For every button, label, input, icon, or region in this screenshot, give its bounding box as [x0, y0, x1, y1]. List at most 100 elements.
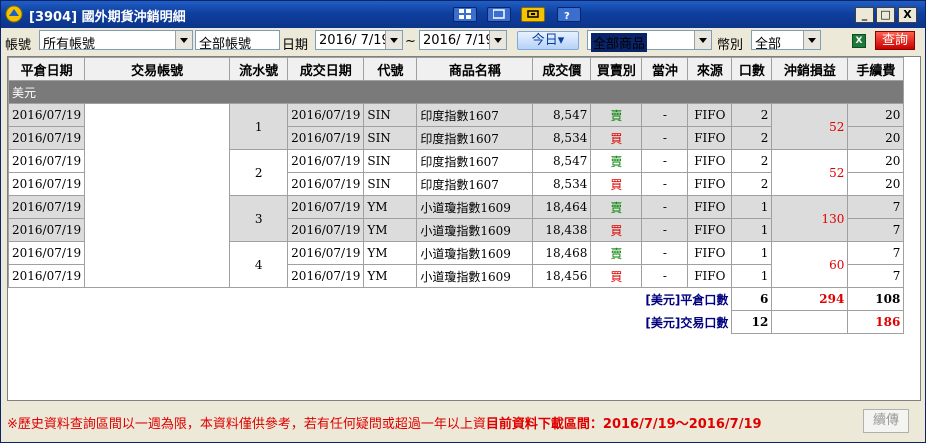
trade-date-cell: 2016/07/19	[287, 172, 365, 196]
column-header[interactable]: 當沖	[641, 57, 689, 81]
main-window: [3904] 國外期貨沖銷明細 ? _ □ X 帳號 所有帳號 全部帳號 日期 …	[0, 0, 926, 443]
source-cell: FIFO	[687, 103, 733, 127]
fee-cell: 20	[847, 126, 905, 150]
quantity-cell: 1	[731, 195, 773, 219]
price-cell: 18,464	[532, 195, 592, 219]
account-label: 帳號	[5, 38, 32, 53]
window-link-button[interactable]	[487, 7, 511, 22]
pin-button[interactable]	[521, 7, 545, 22]
summary-fee: 108	[847, 287, 905, 311]
fee-cell: 7	[847, 264, 905, 288]
currency-select[interactable]: 全部	[751, 30, 821, 52]
pnl-cell: 52	[771, 149, 849, 196]
settlement-table: 平倉日期 交易帳號 流水號 成交日期 代號 商品名稱 成交價 買賣別 當沖 來源 口數 沖銷損益 手續費…	[8, 57, 905, 334]
minimize-button[interactable]: _	[855, 7, 874, 23]
price-cell: 8,534	[532, 172, 592, 196]
trade-date-cell: 2016/07/19	[287, 149, 365, 173]
excel-export-icon[interactable]: X	[852, 34, 866, 48]
close-date-cell: 2016/07/19	[8, 241, 86, 265]
svg-text:?: ?	[564, 11, 570, 20]
window-icon	[493, 9, 505, 19]
query-button[interactable]: 查詢	[875, 31, 915, 50]
daytrade-cell: -	[641, 149, 689, 173]
product-select[interactable]: 全部商品	[587, 30, 712, 52]
column-header[interactable]: 平倉日期	[8, 57, 86, 81]
today-button[interactable]: 今日▾	[517, 31, 579, 50]
daytrade-cell: -	[641, 172, 689, 196]
summary-quantity: 6	[731, 287, 773, 311]
daytrade-cell: -	[641, 241, 689, 265]
summary-row: [美元]交易口數 12 186	[8, 310, 905, 334]
code-cell: YM	[363, 241, 418, 265]
table-row[interactable]: 2016/07/19 1 2016/07/19 SIN 印度指數1607 8,547 賣 - F…	[8, 103, 905, 288]
column-header[interactable]: 買賣別	[590, 57, 643, 81]
column-header[interactable]: 交易帳號	[84, 57, 231, 81]
close-date-cell: 2016/07/19	[8, 126, 86, 150]
account-cell	[84, 103, 231, 288]
column-header[interactable]: 流水號	[229, 57, 289, 81]
code-cell: YM	[363, 264, 418, 288]
column-header[interactable]: 口數	[731, 57, 773, 81]
chevron-down-icon[interactable]	[489, 31, 506, 49]
price-cell: 18,456	[532, 264, 592, 288]
column-header[interactable]: 沖銷損益	[771, 57, 849, 81]
window-title: [3904] 國外期貨沖銷明細	[29, 10, 186, 25]
close-button[interactable]: X	[898, 7, 917, 23]
quantity-cell: 2	[731, 103, 773, 127]
filter-toolbar: 帳號 所有帳號 全部帳號 日期 2016/ 7/19 ~ 2016/ 7/19 …	[1, 28, 925, 54]
pin-icon	[527, 10, 539, 18]
close-date-cell: 2016/07/19	[8, 195, 86, 219]
date-to-picker[interactable]: 2016/ 7/19	[419, 30, 507, 50]
currency-select-value: 全部	[755, 37, 782, 52]
column-header[interactable]: 來源	[687, 57, 733, 81]
continue-button[interactable]: 續傳	[863, 409, 909, 433]
close-date-cell: 2016/07/19	[8, 103, 86, 127]
side-cell: 買	[590, 218, 643, 242]
side-cell: 賣	[590, 149, 643, 173]
help-button[interactable]: ?	[557, 7, 581, 22]
summary-fee: 186	[847, 310, 905, 334]
product-name-cell: 小道瓊指數1609	[416, 195, 534, 219]
account-select-value: 所有帳號	[43, 37, 96, 52]
account-select[interactable]: 所有帳號	[39, 30, 193, 52]
trade-date-cell: 2016/07/19	[287, 126, 365, 150]
layout-grid-button[interactable]	[453, 7, 477, 22]
side-cell: 買	[590, 126, 643, 150]
code-cell: SIN	[363, 149, 418, 173]
results-grid[interactable]: 平倉日期 交易帳號 流水號 成交日期 代號 商品名稱 成交價 買賣別 當沖 來源 口數 沖銷損益 手續費…	[7, 56, 921, 401]
quantity-cell: 1	[731, 218, 773, 242]
serial-cell: 2	[229, 149, 289, 196]
price-cell: 8,534	[532, 126, 592, 150]
chevron-down-icon[interactable]	[175, 31, 192, 49]
column-header[interactable]: 商品名稱	[416, 57, 534, 81]
close-date-cell: 2016/07/19	[8, 218, 86, 242]
maximize-button[interactable]: □	[876, 7, 895, 23]
source-cell: FIFO	[687, 172, 733, 196]
close-date-cell: 2016/07/19	[8, 172, 86, 196]
grid-icon	[459, 9, 471, 19]
title-bar[interactable]: [3904] 國外期貨沖銷明細 ? _ □ X	[1, 1, 925, 28]
column-header[interactable]: 成交日期	[287, 57, 365, 81]
trade-date-cell: 2016/07/19	[287, 264, 365, 288]
column-header[interactable]: 成交價	[532, 57, 592, 81]
account-name-field[interactable]: 全部帳號	[195, 30, 280, 52]
chevron-down-icon[interactable]	[803, 31, 820, 49]
code-cell: YM	[363, 218, 418, 242]
pnl-cell: 130	[771, 195, 849, 242]
side-cell: 賣	[590, 195, 643, 219]
column-header[interactable]: 手續費	[847, 57, 905, 81]
quantity-cell: 2	[731, 126, 773, 150]
quantity-cell: 2	[731, 149, 773, 173]
source-cell: FIFO	[687, 195, 733, 219]
chevron-down-icon[interactable]	[694, 31, 711, 49]
product-name-cell: 小道瓊指數1609	[416, 241, 534, 265]
side-cell: 買	[590, 172, 643, 196]
column-header[interactable]: 代號	[363, 57, 418, 81]
date-from-picker[interactable]: 2016/ 7/19	[315, 30, 403, 50]
price-cell: 8,547	[532, 149, 592, 173]
side-cell: 賣	[590, 103, 643, 127]
trade-date-cell: 2016/07/19	[287, 241, 365, 265]
side-cell: 賣	[590, 241, 643, 265]
chevron-down-icon[interactable]	[385, 31, 402, 49]
code-cell: SIN	[363, 172, 418, 196]
